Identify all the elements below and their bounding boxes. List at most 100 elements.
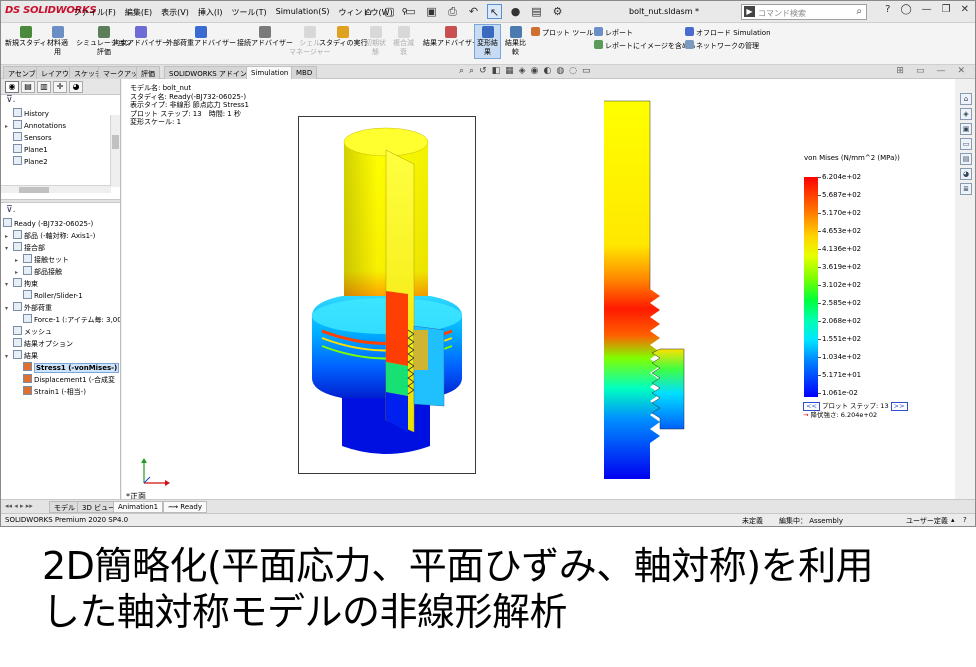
section-view-icon[interactable]: ◧ (492, 66, 501, 76)
tree-item-history[interactable]: History (1, 108, 120, 120)
display-style-icon[interactable]: ◉ (531, 66, 539, 76)
sim-filter-icon[interactable]: ⊽. (1, 205, 120, 218)
tab-animation1[interactable]: Animation1 (113, 501, 164, 513)
task-pane-resources-icon[interactable]: ◈ (960, 108, 972, 120)
dynamic-annotation-icon[interactable]: ▦ (505, 66, 514, 76)
property-manager-tab-icon[interactable]: ▤ (21, 81, 35, 93)
menu-tools[interactable]: ツール(T) (231, 7, 266, 18)
options-gear-icon[interactable]: ⚙ (550, 4, 565, 19)
include-image-button[interactable]: レポートにイメージを含める (594, 40, 696, 51)
tab-nav-arrows-icon[interactable]: ◂◂ ◂ ▸ ▸▸ (5, 502, 33, 510)
sim-tree-roller[interactable]: Roller/Slider-1 (1, 290, 120, 302)
file-props-icon[interactable]: ▤ (529, 4, 544, 19)
hide-show-icon[interactable]: ◐ (543, 66, 551, 76)
dimxpert-tab-icon[interactable]: ✛ (53, 81, 67, 93)
sim-tree-results[interactable]: ▾ 結果 (1, 350, 120, 362)
deformed-result-button[interactable]: 変形結果 (474, 24, 501, 59)
compound-damping-button[interactable]: 複合減衰 (393, 26, 414, 57)
feature-tree-hscrollbar[interactable] (1, 185, 111, 193)
tree-item-plane1[interactable]: Plane1 (1, 144, 120, 156)
zoom-fit-icon[interactable]: ⌕ (459, 66, 464, 76)
tab-model[interactable]: モデル (49, 501, 80, 513)
open-icon[interactable]: ▭ (403, 4, 418, 19)
sim-tree-connections[interactable]: ▾ 接合部 (1, 242, 120, 254)
save-icon[interactable]: ▣ (424, 4, 439, 19)
scrollbar-thumb[interactable] (112, 135, 119, 149)
tab-mbd[interactable]: MBD (291, 66, 318, 79)
magnifier-icon[interactable]: ⌕ (856, 6, 862, 17)
task-pane-explorer-icon[interactable]: ▭ (960, 138, 972, 150)
rebuild-icon[interactable]: ● (508, 4, 523, 19)
close-button[interactable]: ✕ (961, 4, 969, 15)
step-forward-button[interactable]: >> (890, 402, 908, 411)
hscrollbar-thumb[interactable] (19, 187, 49, 193)
tree-item-annotations[interactable]: ▸ Annotations (1, 120, 120, 132)
restore-button[interactable]: ❐ (942, 4, 951, 15)
sim-tree-component-contact[interactable]: ▸ 部品接触 (1, 266, 120, 278)
sim-tree-strain[interactable]: Strain1 (-相当-) (1, 386, 120, 398)
report-button[interactable]: レポート (594, 27, 633, 38)
compare-results-button[interactable]: 結果比較 (505, 26, 526, 57)
tab-simulation[interactable]: Simulation (246, 66, 294, 79)
connections-advisor-button[interactable]: 接続アドバイザー (237, 26, 293, 48)
doc-tile-icon[interactable]: ▭ (916, 66, 925, 76)
doc-minimize-icon[interactable]: — (936, 66, 945, 76)
doc-restore-icon[interactable]: ⊞ (896, 66, 904, 76)
menu-file[interactable]: ファイル(F) (73, 7, 116, 18)
feature-filter-icon[interactable]: ⊽. (1, 95, 120, 108)
status-units[interactable]: ユーザー定義 (906, 516, 948, 526)
manage-network-button[interactable]: ネットワークの管理 (685, 40, 759, 51)
sim-tree-displacement[interactable]: Displacement1 (-合成変 (1, 374, 120, 386)
status-units-arrow-icon[interactable]: ▴ (951, 516, 955, 524)
panel-splitter[interactable] (1, 199, 120, 203)
status-help-icon[interactable]: ? (963, 516, 967, 524)
task-pane-home-icon[interactable]: ⌂ (960, 93, 972, 105)
previous-view-icon[interactable]: ↺ (479, 66, 487, 76)
home-icon[interactable]: ⌂ (361, 4, 376, 19)
graphics-area[interactable]: モデル名: bolt_nut スタディ名: Ready(-BJ732-06025… (122, 79, 955, 501)
undo-icon[interactable]: ↶ (466, 4, 481, 19)
sim-tree-study[interactable]: Ready (-BJ732-06025-) (1, 218, 120, 230)
appearance-icon[interactable]: ◍ (556, 66, 564, 76)
menu-edit[interactable]: 編集(E) (125, 7, 152, 18)
scene-icon[interactable]: ◌ (569, 66, 577, 76)
sim-tree-force[interactable]: Force-1 (:アイテム毎: 3,00 (1, 314, 120, 326)
new-doc-icon[interactable]: ▢ (382, 4, 397, 19)
initial-state-button[interactable]: 初期状態 (365, 26, 386, 57)
sim-tree-fixtures[interactable]: ▾ 拘束 (1, 278, 120, 290)
offload-simulation-button[interactable]: オフロード Simulation (685, 27, 771, 38)
config-manager-tab-icon[interactable]: ▥ (37, 81, 51, 93)
menu-view[interactable]: 表示(V) (161, 7, 189, 18)
sim-tree-external-loads[interactable]: ▾ 外部荷重 (1, 302, 120, 314)
display-manager-tab-icon[interactable]: ◕ (69, 81, 83, 93)
task-pane-appearances-icon[interactable]: ◕ (960, 168, 972, 180)
sim-tree-parts[interactable]: ▸ 部品 (-軸対称: Axis1-) (1, 230, 120, 242)
plot-tools-button[interactable]: プロット ツール ▾ (531, 27, 599, 38)
minimize-button[interactable]: — (922, 4, 932, 15)
run-study-button[interactable]: スタディの実行 (319, 26, 368, 48)
sim-tree-mesh[interactable]: メッシュ (1, 326, 120, 338)
zoom-area-icon[interactable]: ⌕ (469, 66, 474, 76)
feature-tree-tab-icon[interactable]: ◉ (5, 81, 19, 93)
task-pane-view-palette-icon[interactable]: ▤ (960, 153, 972, 165)
fixtures-advisor-button[interactable]: 拘束アドバイザー (113, 26, 169, 48)
menu-insert[interactable]: 挿入(I) (198, 7, 223, 18)
view-orientation-icon[interactable]: ◈ (519, 66, 526, 76)
tab-evaluate[interactable]: 評価 (136, 66, 160, 79)
view-settings-icon[interactable]: ▭ (582, 66, 591, 76)
print-icon[interactable]: ⎙ (445, 4, 460, 19)
sim-tree-result-options[interactable]: 結果オプション (1, 338, 120, 350)
tab-addins[interactable]: SOLIDWORKS アドイン (164, 66, 252, 79)
tab-ready-study[interactable]: ⟿ Ready (163, 501, 207, 513)
feature-tree-scrollbar[interactable] (110, 115, 120, 187)
user-icon[interactable]: ◯ (900, 4, 911, 15)
new-study-button[interactable]: 新規スタディ (5, 26, 47, 48)
external-loads-advisor-button[interactable]: 外部荷重アドバイザー (166, 26, 236, 48)
doc-close-icon[interactable]: ✕ (957, 66, 965, 76)
apply-material-button[interactable]: 材料適用 (47, 26, 68, 57)
select-cursor-icon[interactable]: ↖ (487, 4, 502, 19)
sim-tree-contact-set[interactable]: ▸ 接触セット (1, 254, 120, 266)
sim-tree-stress[interactable]: Stress1 (-vonMises-) (1, 362, 120, 374)
tree-item-sensors[interactable]: Sensors (1, 132, 120, 144)
task-pane-library-icon[interactable]: ▣ (960, 123, 972, 135)
